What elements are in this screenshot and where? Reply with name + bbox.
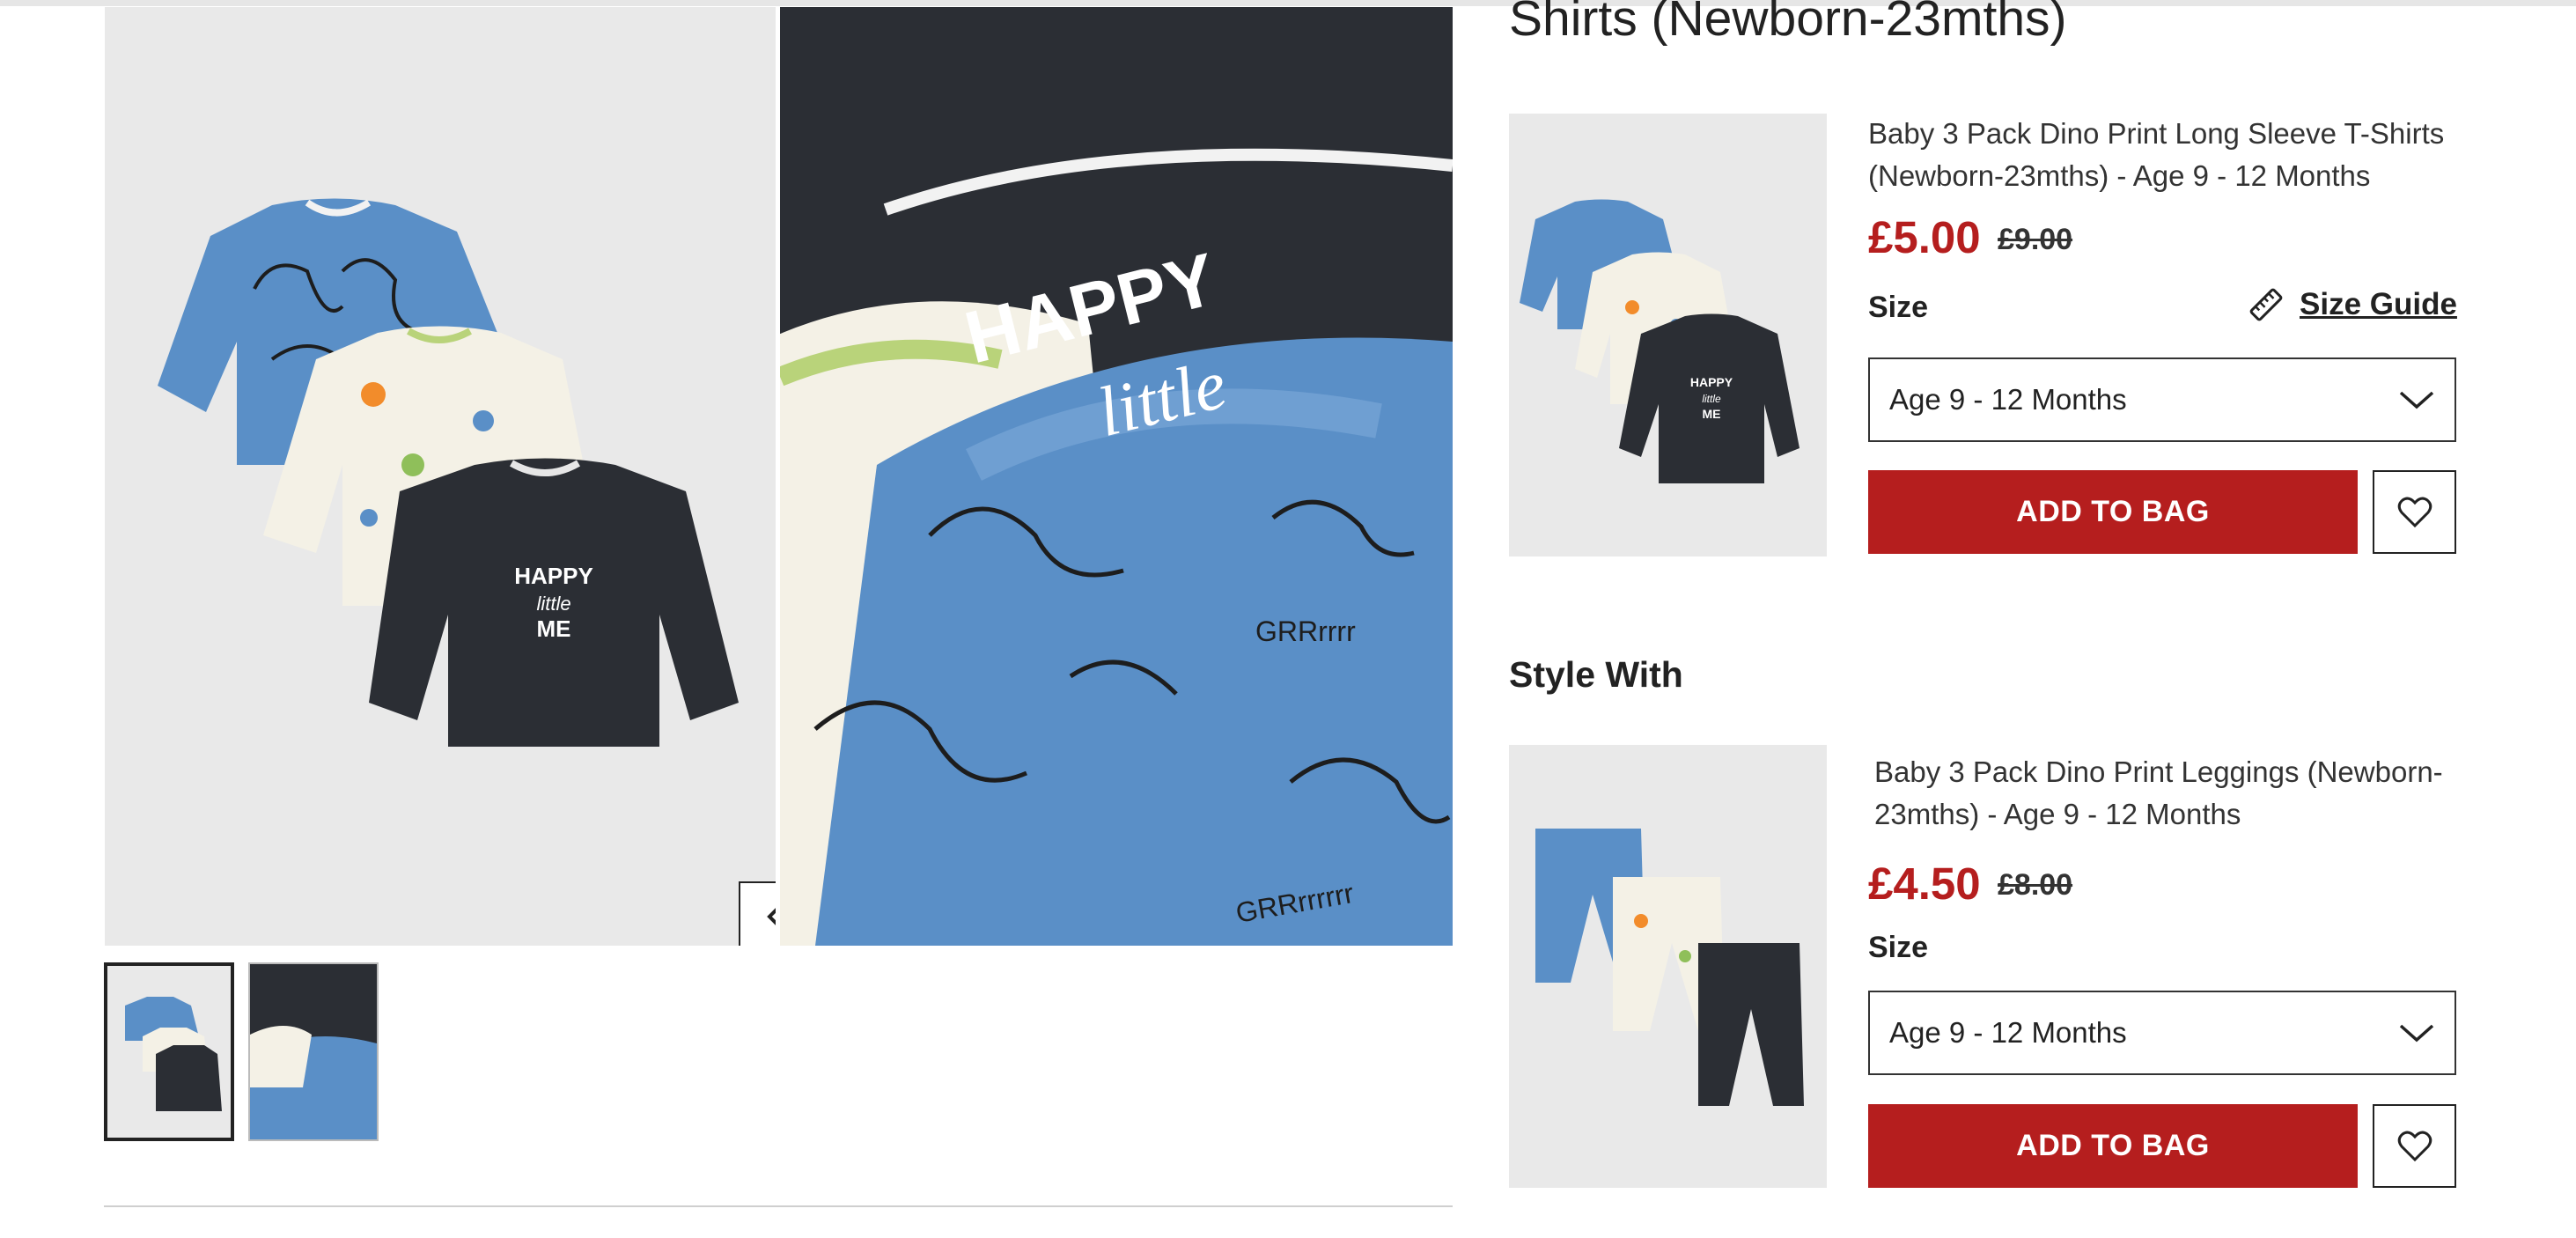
tee-print-line2: little <box>536 593 570 615</box>
size-guide-label[interactable]: Size Guide <box>2300 287 2457 322</box>
top-divider <box>0 0 2576 6</box>
product-2-wishlist-button[interactable] <box>2373 1104 2456 1188</box>
heart-icon <box>2397 497 2432 527</box>
product-image-main[interactable]: HAPPY little ME <box>105 7 776 946</box>
product-1-was-price: £9.00 <box>1998 223 2073 256</box>
product-1-price: £5.00 <box>1868 212 1981 262</box>
gallery-divider <box>104 1205 1453 1207</box>
page-title: Shirts (Newborn-23mths) <box>1509 0 2067 47</box>
product-2-was-price: £8.00 <box>1998 868 2073 902</box>
product-1-size-label: Size <box>1868 291 1929 324</box>
product-image-closeup[interactable]: HAPPY little GRRrrrr GRRrrrrrr <box>780 7 1453 946</box>
product-1-size-select[interactable]: Age 9 - 12 Months <box>1868 357 2456 442</box>
product-2-image[interactable] <box>1509 745 1827 1188</box>
closeup-grr-1: GRRrrrr <box>1255 615 1356 647</box>
product-2-title[interactable]: Baby 3 Pack Dino Print Leggings (Newborn… <box>1874 751 2491 836</box>
product-2-size-value: Age 9 - 12 Months <box>1889 1016 2127 1049</box>
product-2-price: £4.50 <box>1868 858 1981 909</box>
chevron-down-icon <box>2399 1024 2434 1043</box>
product-1-title[interactable]: Baby 3 Pack Dino Print Long Sleeve T-Shi… <box>1868 113 2484 197</box>
product-1-print-line2: little <box>1702 393 1721 405</box>
style-with-heading: Style With <box>1509 654 1683 695</box>
product-1-size-value: Age 9 - 12 Months <box>1889 383 2127 416</box>
navy-tee: HAPPY little ME <box>369 458 739 747</box>
chevron-left-icon <box>767 908 776 925</box>
ruler-icon <box>2249 288 2283 321</box>
size-guide-link[interactable]: Size Guide <box>2248 287 2457 322</box>
heart-icon <box>2397 1131 2432 1161</box>
product-1-print-line3: ME <box>1703 407 1721 421</box>
product-2-add-to-bag-button[interactable]: ADD TO BAG <box>1868 1104 2358 1188</box>
product-1-add-to-bag-button[interactable]: ADD TO BAG <box>1868 470 2358 554</box>
thumbnail-2[interactable] <box>248 962 379 1141</box>
product-2-size-label: Size <box>1868 931 1929 964</box>
product-1-wishlist-button[interactable] <box>2373 470 2456 554</box>
product-2-size-select[interactable]: Age 9 - 12 Months <box>1868 991 2456 1075</box>
chevron-down-icon <box>2399 391 2434 409</box>
tee-print-line3: ME <box>537 615 571 642</box>
product-1-image[interactable]: HAPPY little ME <box>1509 114 1827 556</box>
product-1-print-line1: HAPPY <box>1690 375 1733 389</box>
tee-print-line1: HAPPY <box>514 563 593 589</box>
thumbnail-1[interactable] <box>104 962 234 1141</box>
prev-image-button[interactable] <box>739 881 776 946</box>
